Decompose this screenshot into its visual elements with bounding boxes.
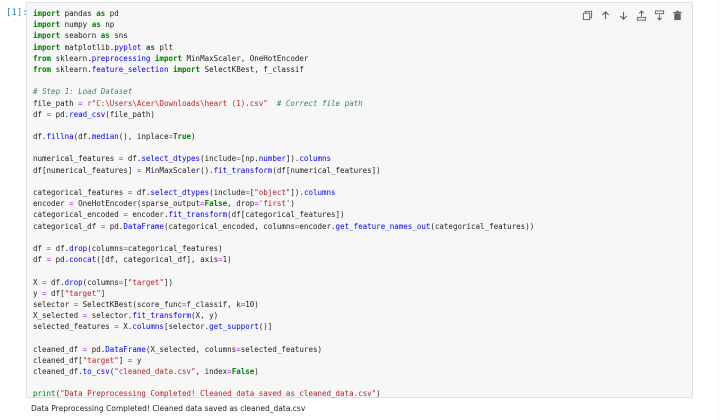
code-line[interactable]: selected_features = X.columns[selector.g…: [33, 321, 534, 332]
code-line[interactable]: from sklearn.preprocessing import MinMax…: [33, 53, 534, 64]
notebook: [1]: import pandas as pd import numpy as …: [0, 0, 720, 420]
code-line[interactable]: ​: [33, 142, 534, 153]
code-line[interactable]: ​: [33, 176, 534, 187]
code-line[interactable]: ​: [33, 75, 534, 86]
code-line[interactable]: ​: [33, 332, 534, 343]
code-line[interactable]: categorical_encoded = encoder.fit_transf…: [33, 209, 534, 220]
code-line[interactable]: # Step 1: Load Dataset: [33, 86, 534, 97]
code-line[interactable]: import matplotlib.pyplot as plt: [33, 42, 534, 53]
code-line[interactable]: X = df.drop(columns=["target"]): [33, 277, 534, 288]
code-line[interactable]: import seaborn as sns: [33, 30, 534, 41]
code-line[interactable]: cleaned_df = pd.DataFrame(X_selected, co…: [33, 344, 534, 355]
code-line[interactable]: print("Data Preprocessing Completed! Cle…: [33, 388, 534, 399]
move-up-icon[interactable]: [598, 8, 612, 22]
cell-output: Data Preprocessing Completed! Cleaned da…: [31, 404, 306, 413]
copy-icon[interactable]: [580, 8, 594, 22]
code-line[interactable]: cleaned_df["target"] = y: [33, 355, 534, 366]
code-line[interactable]: df = pd.concat([df, categorical_df], axi…: [33, 254, 534, 265]
code-line[interactable]: y = df["target"]: [33, 288, 534, 299]
code-line[interactable]: from sklearn.feature_selection import Se…: [33, 64, 534, 75]
code-line[interactable]: ​: [33, 377, 534, 388]
cell-toolbar: [580, 8, 684, 22]
delete-icon[interactable]: [670, 8, 684, 22]
code-line[interactable]: categorical_features = df.select_dtypes(…: [33, 187, 534, 198]
code-line[interactable]: df[numerical_features] = MinMaxScaler().…: [33, 165, 534, 176]
code-line[interactable]: numerical_features = df.select_dtypes(in…: [33, 153, 534, 164]
code-line[interactable]: ​: [33, 265, 534, 276]
insert-above-icon[interactable]: [634, 8, 648, 22]
code-line[interactable]: df.fillna(df.median(), inplace=True): [33, 131, 534, 142]
code-line[interactable]: encoder = OneHotEncoder(sparse_output=Fa…: [33, 198, 534, 209]
code-line[interactable]: file_path = r"C:\Users\Acer\Downloads\he…: [33, 98, 534, 109]
cell-prompt: [1]:: [6, 8, 28, 18]
code-line[interactable]: X_selected = selector.fit_transform(X, y…: [33, 310, 534, 321]
code-line[interactable]: ​: [33, 120, 534, 131]
code-line[interactable]: cleaned_df.to_csv("cleaned_data.csv", in…: [33, 366, 534, 377]
code-editor[interactable]: import pandas as pd import numpy as np imp…: [33, 8, 534, 400]
code-cell[interactable]: import pandas as pd import numpy as np imp…: [26, 2, 693, 398]
code-line[interactable]: categorical_df = pd.DataFrame(categorica…: [33, 221, 534, 232]
code-line[interactable]: df = pd.read_csv(file_path): [33, 109, 534, 120]
code-line[interactable]: import pandas as pd: [33, 8, 534, 19]
scrollbar[interactable]: [716, 0, 720, 420]
code-line[interactable]: selector = SelectKBest(score_func=f_clas…: [33, 299, 534, 310]
code-line[interactable]: ​: [33, 232, 534, 243]
move-down-icon[interactable]: [616, 8, 630, 22]
code-line[interactable]: df = df.drop(columns=categorical_feature…: [33, 243, 534, 254]
code-line[interactable]: import numpy as np: [33, 19, 534, 30]
insert-below-icon[interactable]: [652, 8, 666, 22]
